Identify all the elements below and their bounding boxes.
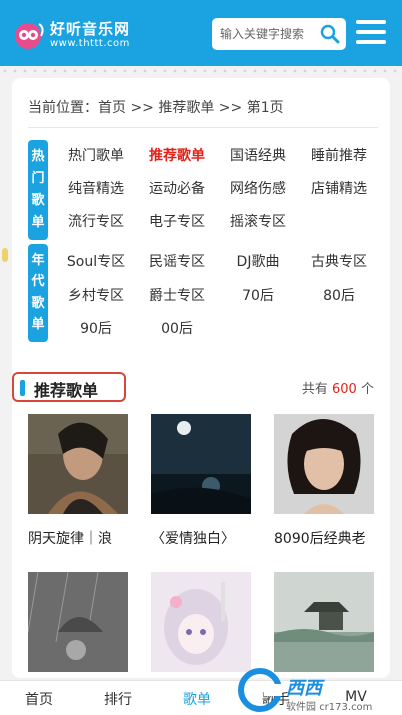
tag-rock[interactable]: 摇滚专区 — [230, 211, 286, 231]
tag-90s[interactable]: 90后 — [80, 318, 112, 338]
section-title: 推荐歌单 — [12, 372, 126, 402]
logo-text: 好听音乐网 — [50, 20, 131, 38]
tag-dj[interactable]: DJ歌曲 — [237, 251, 280, 271]
tag-80s[interactable]: 80后 — [323, 285, 355, 305]
section-title-bar — [20, 380, 25, 396]
tag-pop[interactable]: 流行专区 — [68, 211, 124, 231]
tag-pure-music[interactable]: 纯音精选 — [68, 178, 124, 198]
tag-bedtime[interactable]: 睡前推荐 — [311, 145, 367, 165]
breadcrumb: 当前位置：首页 >> 推荐歌单 >> 第1页 — [28, 100, 284, 116]
category-hot-label: 热 门 歌 单 — [28, 140, 48, 240]
tag-electronic[interactable]: 电子专区 — [149, 211, 205, 231]
playlist-cover[interactable] — [151, 414, 251, 514]
tag-sad[interactable]: 网络伤感 — [230, 178, 286, 198]
search-icon[interactable] — [320, 24, 340, 44]
playlist-count: 共有 600 个 — [301, 382, 374, 397]
tag-classical[interactable]: 古典专区 — [311, 251, 367, 271]
tag-country[interactable]: 乡村专区 — [68, 285, 124, 305]
decorative-dots — [0, 66, 402, 76]
tag-00s[interactable]: 00后 — [161, 318, 193, 338]
watermark: 西西 软件园 cr173.com — [230, 664, 402, 715]
playlist-cover[interactable] — [274, 572, 374, 672]
logo-url: www.thttt.com — [50, 38, 130, 49]
tag-recommended-playlists[interactable]: 推荐歌单 — [149, 145, 205, 165]
top-header: 好听音乐网 www.thttt.com — [0, 0, 402, 66]
divider — [28, 127, 378, 128]
category-era-label: 年 代 歌 单 — [28, 244, 48, 342]
nav-playlists[interactable]: 歌单 — [183, 689, 211, 709]
playlist-title[interactable]: 阴天旋律｜浪 — [28, 528, 134, 548]
site-logo[interactable]: 好听音乐网 www.thttt.com — [12, 16, 132, 54]
menu-icon[interactable] — [356, 20, 386, 46]
playlist-cover[interactable] — [274, 414, 374, 514]
playlist-title[interactable]: 〈爱情独白〉 — [151, 528, 257, 548]
watermark-text: 西西 — [286, 678, 322, 699]
search-input[interactable] — [220, 24, 318, 44]
tag-70s[interactable]: 70后 — [242, 285, 274, 305]
logo-icon — [15, 23, 44, 49]
side-decoration — [2, 248, 8, 262]
nav-home[interactable]: 首页 — [25, 689, 53, 709]
watermark-logo-icon — [238, 668, 282, 712]
tag-folk[interactable]: 民谣专区 — [149, 251, 205, 271]
nav-charts[interactable]: 排行 — [104, 689, 132, 709]
playlist-title[interactable]: 8090后经典老 — [274, 528, 380, 548]
tag-store-picks[interactable]: 店铺精选 — [311, 178, 367, 198]
playlist-cover[interactable] — [28, 572, 128, 672]
watermark-sub: 软件园 cr173.com — [286, 702, 373, 713]
tag-sports[interactable]: 运动必备 — [149, 178, 205, 198]
playlist-cover[interactable] — [28, 414, 128, 514]
tag-hot-playlists[interactable]: 热门歌单 — [68, 145, 124, 165]
tag-mandarin-classics[interactable]: 国语经典 — [230, 145, 286, 165]
search-box — [212, 18, 346, 50]
tag-jazz[interactable]: 爵士专区 — [149, 285, 205, 305]
tag-soul[interactable]: Soul专区 — [67, 251, 125, 271]
playlist-cover[interactable] — [151, 572, 251, 672]
section-title-text: 推荐歌单 — [34, 381, 99, 400]
